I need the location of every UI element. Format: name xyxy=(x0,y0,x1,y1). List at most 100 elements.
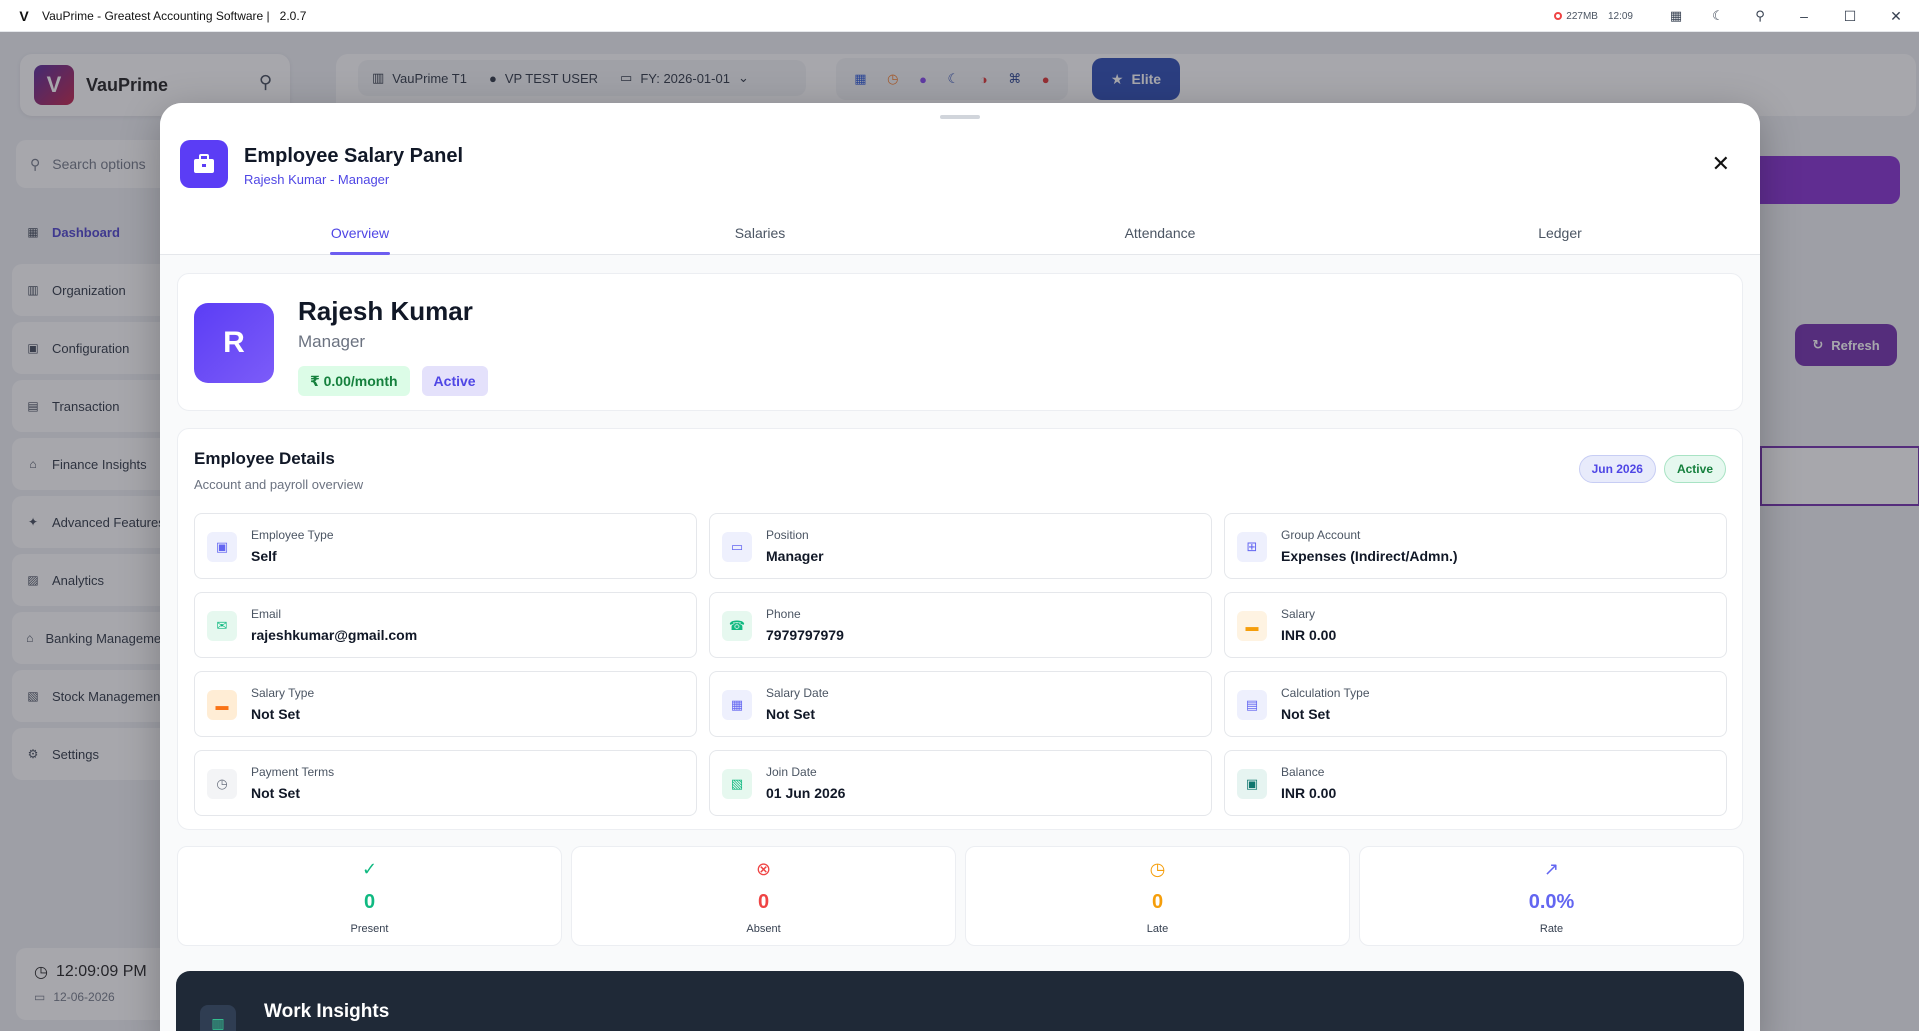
stat-value: 0.0% xyxy=(1528,891,1575,913)
field-position: ▭ Position Manager xyxy=(709,513,1212,579)
field-label: Employee Type xyxy=(251,528,334,542)
field-value: 01 Jun 2026 xyxy=(766,785,846,801)
calendar-check-icon: ▧ xyxy=(722,769,752,799)
field-value: Not Set xyxy=(251,785,300,801)
field-calculation-type: ▤ Calculation Type Not Set xyxy=(1224,671,1727,737)
window-titlebar: V VauPrime - Greatest Accounting Softwar… xyxy=(0,0,1919,32)
field-payment-terms: ◷ Payment Terms Not Set xyxy=(194,750,697,816)
dark-mode-icon[interactable]: ☾ xyxy=(1697,0,1739,32)
apps-grid-icon[interactable]: ▦ xyxy=(1655,0,1697,32)
field-label: Salary Date xyxy=(766,686,829,700)
field-value: Self xyxy=(251,548,277,564)
briefcase-icon: ▭ xyxy=(722,532,752,562)
cash-icon: ▬ xyxy=(1237,611,1267,641)
field-label: Email xyxy=(251,607,282,621)
memory-indicator: 227MB xyxy=(1554,11,1598,22)
field-group-account: ⊞ Group Account Expenses (Indirect/Admn.) xyxy=(1224,513,1727,579)
field-label: Salary xyxy=(1281,607,1316,621)
close-window-button[interactable]: ✕ xyxy=(1873,0,1919,32)
search-icon[interactable]: ⚲ xyxy=(1739,0,1781,32)
minimize-button[interactable]: – xyxy=(1781,0,1827,32)
field-value: INR 0.00 xyxy=(1281,785,1337,801)
details-title: Employee Details xyxy=(194,449,335,468)
close-icon[interactable]: ✕ xyxy=(1712,151,1730,177)
modal-subtitle: Rajesh Kumar - Manager xyxy=(244,172,390,187)
field-label: Payment Terms xyxy=(251,765,335,779)
stat-label: Present xyxy=(350,923,389,935)
employee-details-card: Employee Details Account and payroll ove… xyxy=(177,428,1743,830)
maximize-button[interactable]: ☐ xyxy=(1827,0,1873,32)
chart-icon: ▥ xyxy=(200,1005,236,1031)
calculator-icon: ▤ xyxy=(1237,690,1267,720)
phone-icon: ☎ xyxy=(722,611,752,641)
stat-late: ◷ 0 Late xyxy=(965,846,1350,946)
titlebar-time: 12:09 xyxy=(1607,10,1633,22)
window-title: VauPrime - Greatest Accounting Software … xyxy=(42,8,270,23)
field-employee-type: ▣ Employee Type Self xyxy=(194,513,697,579)
field-salary: ▬ Salary INR 0.00 xyxy=(1224,592,1727,658)
tab-salaries[interactable]: Salaries xyxy=(560,221,960,255)
field-value: Not Set xyxy=(766,706,815,722)
field-salary-date: ▦ Salary Date Not Set xyxy=(709,671,1212,737)
briefcase-icon xyxy=(180,140,228,188)
tab-ledger[interactable]: Ledger xyxy=(1360,221,1760,255)
clock-icon: ◷ xyxy=(1149,859,1166,879)
field-value: 7979797979 xyxy=(766,627,844,643)
field-phone: ☎ Phone 7979797979 xyxy=(709,592,1212,658)
stat-label: Absent xyxy=(746,923,781,935)
id-card-icon: ▣ xyxy=(207,532,237,562)
hierarchy-icon: ⊞ xyxy=(1237,532,1267,562)
field-value: INR 0.00 xyxy=(1281,627,1337,643)
stat-absent: ⊗ 0 Absent xyxy=(571,846,956,946)
field-salary-type: ▬ Salary Type Not Set xyxy=(194,671,697,737)
status-badge: Active xyxy=(1663,455,1726,483)
salary-badge: ₹ 0.00/month xyxy=(298,366,410,396)
stat-value: 0 xyxy=(363,891,376,913)
field-label: Balance xyxy=(1281,765,1325,779)
app-logo-icon: V xyxy=(19,7,29,24)
stat-value: 0 xyxy=(757,891,770,913)
field-value: Not Set xyxy=(1281,706,1330,722)
profile-card: R Rajesh Kumar Manager ₹ 0.00/month Acti… xyxy=(177,273,1743,411)
work-insights-card: ▥ Work Insights xyxy=(176,971,1744,1031)
field-label: Join Date xyxy=(766,765,817,779)
memory-text: 227MB xyxy=(1566,10,1598,22)
field-label: Phone xyxy=(766,607,801,621)
field-join-date: ▧ Join Date 01 Jun 2026 xyxy=(709,750,1212,816)
modal-header: Employee Salary Panel Rajesh Kumar - Man… xyxy=(160,103,1760,255)
field-value: Expenses (Indirect/Admn.) xyxy=(1281,548,1458,564)
clock-icon: ◷ xyxy=(207,769,237,799)
stat-label: Rate xyxy=(1539,923,1564,935)
app-version: 2.0.7 xyxy=(279,8,307,23)
modal-tabs: Overview Salaries Attendance Ledger xyxy=(160,221,1760,255)
calendar-icon: ▦ xyxy=(722,690,752,720)
attendance-stats: ✓ 0 Present ⊗ 0 Absent ◷ 0 Late ↗ 0.0% Rate xyxy=(177,846,1744,946)
field-email: ✉ Email rajeshkumar@gmail.com xyxy=(194,592,697,658)
field-value: rajeshkumar@gmail.com xyxy=(251,627,418,643)
trend-up-icon: ↗ xyxy=(1543,859,1560,879)
field-label: Salary Type xyxy=(251,686,315,700)
modal-title: Employee Salary Panel xyxy=(244,145,464,167)
details-subtitle: Account and payroll overview xyxy=(194,477,364,492)
field-label: Group Account xyxy=(1281,528,1361,542)
details-grid: ▣ Employee Type Self ▭ Position Manager ⊞ Group… xyxy=(194,513,1728,816)
check-circle-icon: ✓ xyxy=(361,859,378,879)
field-value: Not Set xyxy=(251,706,300,722)
tab-overview[interactable]: Overview xyxy=(160,221,560,255)
field-value: Manager xyxy=(766,548,824,564)
avatar: R xyxy=(194,303,274,383)
field-label: Position xyxy=(766,528,809,542)
stat-value: 0 xyxy=(1151,891,1164,913)
stat-rate: ↗ 0.0% Rate xyxy=(1359,846,1744,946)
drag-handle[interactable] xyxy=(940,115,980,119)
stat-label: Late xyxy=(1146,923,1169,935)
tab-attendance[interactable]: Attendance xyxy=(960,221,1360,255)
wallet-icon: ▣ xyxy=(1237,769,1267,799)
period-badge: Jun 2026 xyxy=(1578,455,1656,483)
memory-dot-icon xyxy=(1554,12,1563,20)
insights-title: Work Insights xyxy=(264,1001,390,1022)
stat-present: ✓ 0 Present xyxy=(177,846,562,946)
employee-name: Rajesh Kumar xyxy=(298,296,473,326)
field-balance: ▣ Balance INR 0.00 xyxy=(1224,750,1727,816)
x-circle-icon: ⊗ xyxy=(755,859,772,879)
